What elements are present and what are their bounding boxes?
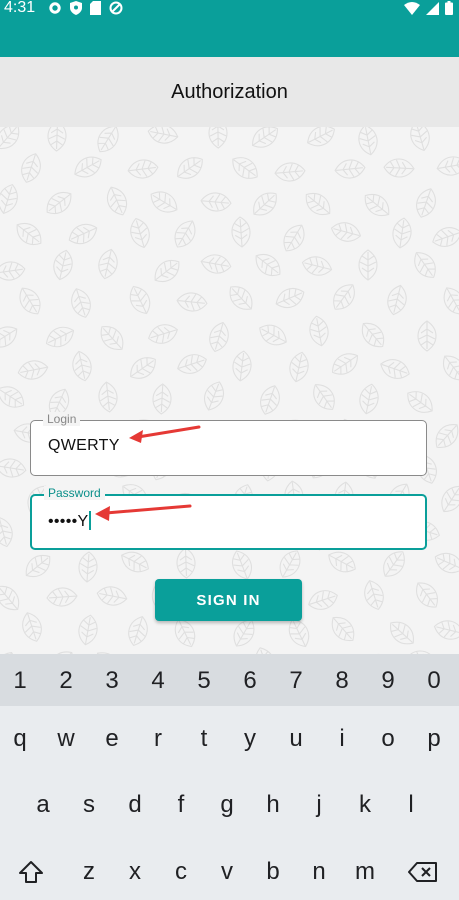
leaf-decoration bbox=[0, 516, 13, 548]
login-screen-content: Login QWERTY Password •••••Y SIGN IN bbox=[0, 127, 459, 654]
key-j[interactable]: j bbox=[297, 780, 341, 830]
leaf-decoration bbox=[0, 458, 27, 478]
key-w[interactable]: w bbox=[44, 714, 88, 764]
login-label: Login bbox=[43, 412, 81, 426]
sd-card-icon bbox=[90, 1, 101, 15]
leaf-decoration bbox=[53, 250, 73, 281]
key-z[interactable]: z bbox=[67, 847, 111, 897]
key-8[interactable]: 8 bbox=[320, 656, 364, 706]
shift-icon bbox=[19, 861, 43, 883]
leaf-decoration bbox=[309, 315, 329, 347]
backspace-key[interactable] bbox=[401, 847, 445, 897]
leaf-decoration bbox=[208, 127, 228, 149]
sign-in-button[interactable]: SIGN IN bbox=[155, 579, 302, 621]
leaf-decoration bbox=[231, 216, 251, 248]
leaf-decoration bbox=[387, 284, 408, 316]
key-5[interactable]: 5 bbox=[182, 656, 226, 706]
key-h[interactable]: h bbox=[251, 780, 295, 830]
key-9[interactable]: 9 bbox=[366, 656, 410, 706]
key-0[interactable]: 0 bbox=[412, 656, 456, 706]
page-title: Authorization bbox=[171, 80, 288, 103]
login-field[interactable]: Login QWERTY bbox=[30, 412, 427, 476]
keyboard-number-row: 1 2 3 4 5 6 7 8 9 0 bbox=[0, 654, 459, 706]
password-value: •••••Y bbox=[48, 513, 89, 530]
shift-key[interactable] bbox=[9, 847, 53, 897]
key-g[interactable]: g bbox=[205, 780, 249, 830]
annotation-arrow-password bbox=[95, 504, 192, 521]
key-4[interactable]: 4 bbox=[136, 656, 180, 706]
leaf-decoration bbox=[443, 287, 459, 315]
key-n[interactable]: n bbox=[297, 847, 341, 897]
leaf-decoration bbox=[358, 249, 378, 281]
key-r[interactable]: r bbox=[136, 714, 180, 764]
key-f[interactable]: f bbox=[159, 780, 203, 830]
on-screen-keyboard: 1 2 3 4 5 6 7 8 9 0 q w e r t y u i o p … bbox=[0, 654, 459, 900]
key-s[interactable]: s bbox=[67, 780, 111, 830]
key-u[interactable]: u bbox=[274, 714, 318, 764]
key-d[interactable]: d bbox=[113, 780, 157, 830]
key-3[interactable]: 3 bbox=[90, 656, 134, 706]
leaf-decoration bbox=[232, 349, 252, 382]
key-q[interactable]: q bbox=[0, 714, 42, 764]
leaf-decoration bbox=[334, 159, 366, 179]
leaf-decoration bbox=[383, 158, 415, 178]
leaf-decoration bbox=[98, 248, 118, 280]
key-2[interactable]: 2 bbox=[44, 656, 88, 706]
leaf-decoration bbox=[176, 292, 208, 312]
leaf-decoration bbox=[436, 156, 459, 176]
leaf-decoration bbox=[130, 218, 151, 249]
shield-icon bbox=[70, 1, 82, 15]
key-1[interactable]: 1 bbox=[0, 656, 42, 706]
key-x[interactable]: x bbox=[113, 847, 157, 897]
app-bar: Authorization bbox=[0, 57, 459, 127]
key-e[interactable]: e bbox=[90, 714, 134, 764]
key-a[interactable]: a bbox=[21, 780, 65, 830]
leaf-decoration bbox=[71, 350, 92, 382]
key-6[interactable]: 6 bbox=[228, 656, 272, 706]
key-b[interactable]: b bbox=[251, 847, 295, 897]
status-icons-left bbox=[48, 0, 123, 16]
leaf-decoration bbox=[151, 383, 172, 415]
leaf-decoration bbox=[416, 320, 437, 352]
status-time: 4:31 bbox=[4, 0, 36, 16]
backspace-icon bbox=[408, 862, 437, 882]
password-field[interactable]: Password •••••Y bbox=[30, 486, 427, 550]
key-l[interactable]: l bbox=[389, 780, 433, 830]
login-value: QWERTY bbox=[48, 437, 120, 454]
password-value-wrap: •••••Y bbox=[48, 511, 92, 531]
settings-icon bbox=[49, 2, 61, 14]
battery-icon bbox=[445, 1, 453, 15]
key-o[interactable]: o bbox=[366, 714, 410, 764]
key-m[interactable]: m bbox=[343, 847, 387, 897]
annotation-arrow-login bbox=[129, 425, 201, 443]
leaf-decoration bbox=[330, 222, 361, 242]
key-7[interactable]: 7 bbox=[274, 656, 318, 706]
cellular-signal-icon bbox=[426, 1, 439, 15]
password-label: Password bbox=[44, 486, 105, 500]
leaf-decoration bbox=[274, 162, 306, 182]
leaf-decoration bbox=[404, 650, 436, 654]
key-t[interactable]: t bbox=[182, 714, 226, 764]
key-p[interactable]: p bbox=[412, 714, 456, 764]
leaf-decoration bbox=[98, 381, 118, 413]
key-i[interactable]: i bbox=[320, 714, 364, 764]
leaf-decoration bbox=[176, 547, 196, 579]
key-c[interactable]: c bbox=[159, 847, 203, 897]
leaf-decoration bbox=[199, 191, 232, 212]
key-y[interactable]: y bbox=[228, 714, 272, 764]
key-v[interactable]: v bbox=[205, 847, 249, 897]
key-k[interactable]: k bbox=[343, 780, 387, 830]
leaf-decoration bbox=[288, 351, 309, 383]
status-icons-right bbox=[404, 0, 453, 16]
leaf-decoration bbox=[200, 254, 232, 274]
leaf-decoration bbox=[302, 256, 333, 277]
leaf-decoration bbox=[392, 217, 412, 249]
at-sign-icon bbox=[109, 1, 123, 15]
leaf-decoration bbox=[47, 127, 67, 152]
status-bar: 4:31 bbox=[0, 0, 459, 57]
leaf-decoration bbox=[359, 383, 379, 415]
leaf-decoration bbox=[360, 653, 382, 654]
leaf-decoration bbox=[78, 614, 98, 645]
wifi-icon bbox=[404, 1, 420, 15]
